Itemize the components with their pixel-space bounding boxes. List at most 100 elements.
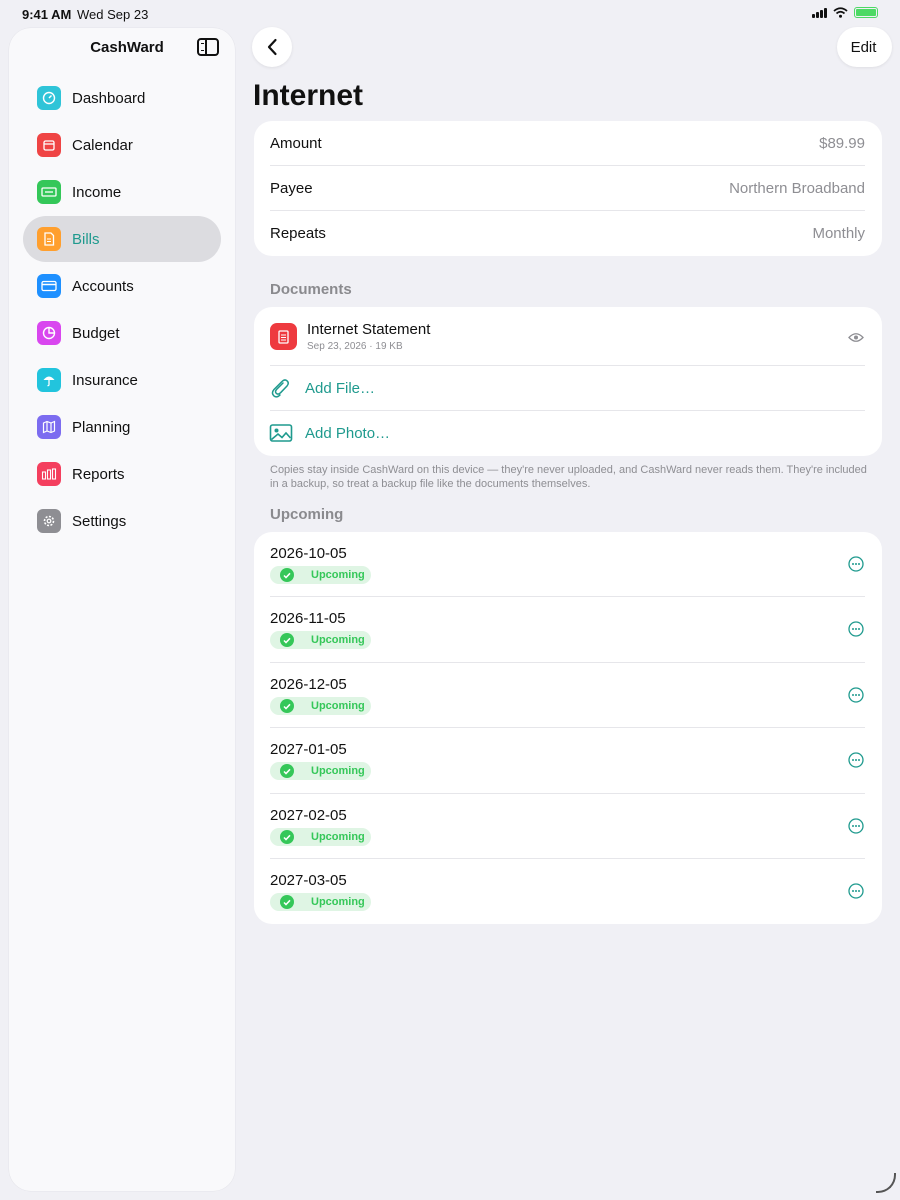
umbrella-icon xyxy=(37,368,61,392)
status-badge: Upcoming xyxy=(270,762,371,780)
bill-date: 2026-11-05 xyxy=(270,610,346,627)
document-icon xyxy=(37,227,61,251)
checkmark-icon xyxy=(280,699,294,713)
sidebar-item-label: Calendar xyxy=(72,136,133,154)
sidebar-item-accounts[interactable]: Accounts xyxy=(23,263,221,309)
detail-row-repeats: Repeats Monthly xyxy=(270,211,865,256)
bill-date: 2027-02-05 xyxy=(270,807,347,824)
upcoming-card: 2026-10-05 Upcoming 2026-11-05 Upcoming … xyxy=(254,532,882,924)
gear-icon xyxy=(37,509,61,533)
status-date: Wed Sep 23 xyxy=(77,7,149,22)
sidebar-item-planning[interactable]: Planning xyxy=(23,404,221,450)
sidebar-item-label: Income xyxy=(72,183,122,201)
page-title: Internet xyxy=(253,79,364,112)
sidebar-item-settings[interactable]: Settings xyxy=(23,498,221,544)
bill-date: 2027-01-05 xyxy=(270,741,347,758)
resize-handle-icon[interactable] xyxy=(876,1173,896,1193)
sidebar-item-insurance[interactable]: Insurance xyxy=(23,357,221,403)
detail-row-payee: Payee Northern Broadband xyxy=(270,166,865,211)
checkmark-icon xyxy=(280,830,294,844)
list-item: 2026-11-05 Upcoming xyxy=(254,597,882,662)
sidebar-item-label: Planning xyxy=(72,418,131,436)
battery-icon xyxy=(854,7,878,18)
documents-card: Internet Statement Sep 23, 2026 · 19 KB … xyxy=(254,307,882,456)
status-badge-label: Upcoming xyxy=(311,831,365,843)
more-options-icon[interactable] xyxy=(848,556,864,577)
add-photo-label: Add Photo… xyxy=(305,425,391,442)
list-item: 2027-01-05 Upcoming xyxy=(254,728,882,793)
sidebar-toggle-icon[interactable] xyxy=(197,38,219,56)
map-icon xyxy=(37,415,61,439)
sidebar-item-budget[interactable]: Budget xyxy=(23,310,221,356)
banknote-icon xyxy=(37,180,61,204)
wifi-icon xyxy=(833,7,848,18)
status-icons xyxy=(812,7,878,18)
list-item: 2027-02-05 Upcoming xyxy=(254,794,882,859)
status-badge: Upcoming xyxy=(270,566,371,584)
bill-date: 2027-03-05 xyxy=(270,872,347,889)
list-item: 2027-03-05 Upcoming xyxy=(254,859,882,924)
more-options-icon[interactable] xyxy=(848,883,864,904)
gauge-icon xyxy=(37,86,61,110)
sidebar-item-reports[interactable]: Reports xyxy=(23,451,221,497)
detail-row-amount: Amount $89.99 xyxy=(270,121,865,166)
paperclip-icon xyxy=(269,377,291,404)
sidebar-item-income[interactable]: Income xyxy=(23,169,221,215)
sidebar-item-bills[interactable]: Bills xyxy=(23,216,221,262)
sidebar: CashWard Dashboard Calendar Income Bills… xyxy=(9,28,235,1191)
chevron-left-icon xyxy=(267,38,277,56)
document-row[interactable]: Internet Statement Sep 23, 2026 · 19 KB xyxy=(254,307,882,365)
status-time: 9:41 AM xyxy=(22,7,72,22)
photo-icon xyxy=(269,423,293,448)
documents-footnote: Copies stay inside CashWard on this devi… xyxy=(270,464,867,490)
sidebar-item-calendar[interactable]: Calendar xyxy=(23,122,221,168)
sidebar-item-label: Bills xyxy=(72,230,100,248)
upcoming-section-label: Upcoming xyxy=(270,506,344,523)
cellular-signal-icon xyxy=(812,7,827,18)
add-photo-button[interactable]: Add Photo… xyxy=(254,411,882,456)
checkmark-icon xyxy=(280,764,294,778)
sidebar-item-dashboard[interactable]: Dashboard xyxy=(23,75,221,121)
eye-icon[interactable] xyxy=(848,330,864,348)
document-meta: Sep 23, 2026 · 19 KB xyxy=(307,341,403,352)
sidebar-item-label: Budget xyxy=(72,324,120,342)
sidebar-item-label: Insurance xyxy=(72,371,138,389)
credit-card-icon xyxy=(37,274,61,298)
detail-value: Monthly xyxy=(812,225,865,242)
detail-value: $89.99 xyxy=(819,135,865,152)
detail-label: Payee xyxy=(270,180,313,197)
status-badge: Upcoming xyxy=(270,893,371,911)
more-options-icon[interactable] xyxy=(848,818,864,839)
status-badge: Upcoming xyxy=(270,631,371,649)
pdf-document-icon xyxy=(270,323,297,350)
checkmark-icon xyxy=(280,568,294,582)
status-badge: Upcoming xyxy=(270,697,371,715)
status-bar: 9:41 AM Wed Sep 23 xyxy=(0,0,900,28)
details-card: Amount $89.99 Payee Northern Broadband R… xyxy=(254,121,882,256)
detail-value: Northern Broadband xyxy=(729,180,865,197)
documents-section-label: Documents xyxy=(270,281,352,298)
status-badge-label: Upcoming xyxy=(311,896,365,908)
status-badge: Upcoming xyxy=(270,828,371,846)
status-badge-label: Upcoming xyxy=(311,700,365,712)
add-file-button[interactable]: Add File… xyxy=(254,366,882,410)
list-item: 2026-12-05 Upcoming xyxy=(254,663,882,728)
back-button[interactable] xyxy=(252,27,292,67)
sidebar-item-label: Reports xyxy=(72,465,125,483)
list-item: 2026-10-05 Upcoming xyxy=(254,532,882,597)
edit-button[interactable]: Edit xyxy=(837,27,892,67)
more-options-icon[interactable] xyxy=(848,752,864,773)
more-options-icon[interactable] xyxy=(848,621,864,642)
status-badge-label: Upcoming xyxy=(311,569,365,581)
sidebar-item-label: Accounts xyxy=(72,277,134,295)
bill-date: 2026-10-05 xyxy=(270,545,347,562)
bill-date: 2026-12-05 xyxy=(270,676,347,693)
status-badge-label: Upcoming xyxy=(311,634,365,646)
detail-label: Amount xyxy=(270,135,322,152)
status-badge-label: Upcoming xyxy=(311,765,365,777)
checkmark-icon xyxy=(280,895,294,909)
more-options-icon[interactable] xyxy=(848,687,864,708)
add-file-label: Add File… xyxy=(305,380,376,397)
detail-label: Repeats xyxy=(270,225,326,242)
bar-chart-icon xyxy=(37,462,61,486)
